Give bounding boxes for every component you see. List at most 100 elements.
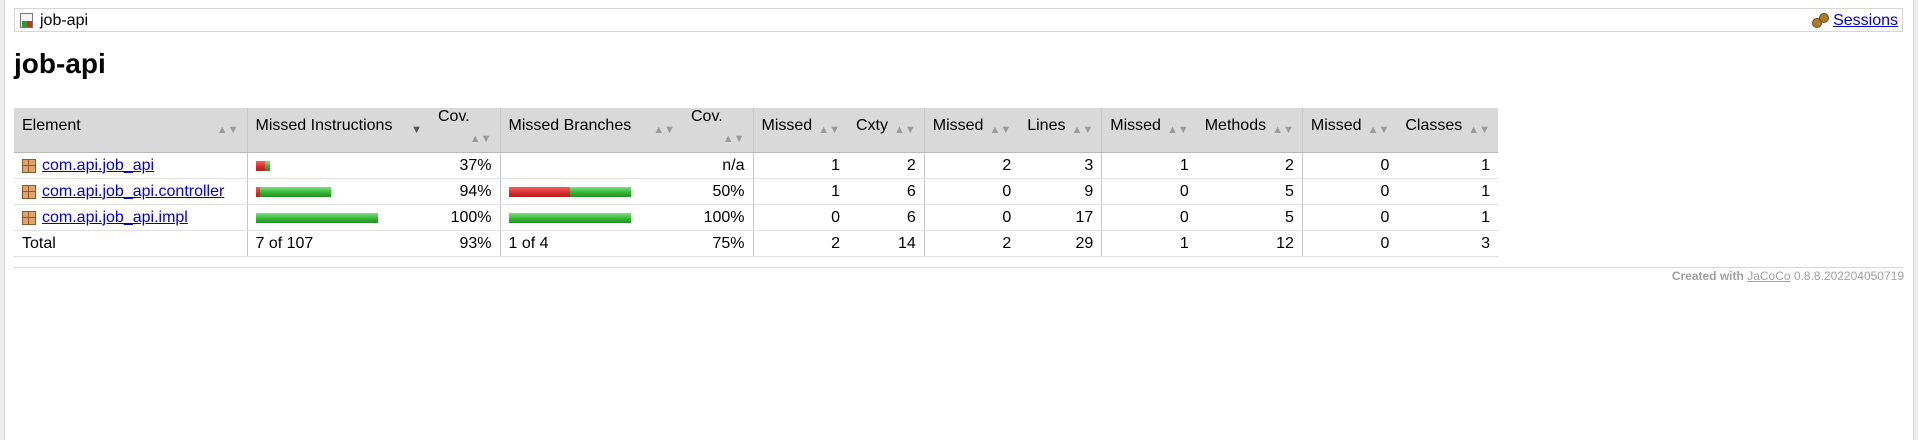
methods-missed: 1 — [1101, 152, 1197, 179]
missed-instructions-bar-cell — [246, 178, 430, 205]
missed-instructions-bar-cell — [246, 152, 430, 179]
header-missed-branches[interactable]: Missed Branches ▲▼ — [499, 108, 683, 153]
total-row: Total 7 of 107 93% 1 of 4 75% 2 14 2 29 … — [14, 230, 1499, 257]
branches-cov: 100% — [683, 204, 753, 231]
missed-bar-segment — [255, 160, 265, 171]
page-title: job-api — [14, 48, 106, 79]
window-right-edge — [1913, 0, 1918, 440]
total-cxty: 14 — [847, 230, 925, 257]
missed-instructions-bar-cell — [246, 204, 430, 231]
sort-icon: ▲▼ — [818, 124, 840, 136]
sort-icon: ▲▼ — [653, 124, 675, 136]
footer-prefix: Created with — [1671, 269, 1744, 283]
header-classes-missed[interactable]: Missed ▲▼ — [1301, 108, 1398, 153]
footer-divider — [14, 267, 1903, 268]
covered-bar-segment — [569, 186, 631, 197]
sessions-link[interactable]: Sessions — [1833, 12, 1898, 30]
classes-missed: 0 — [1301, 152, 1398, 179]
element-cell: com.api.job_api — [14, 152, 247, 179]
cxty-missed: 0 — [752, 204, 848, 231]
lines: 17 — [1019, 204, 1102, 231]
covered-bar-segment — [264, 160, 270, 171]
package-icon — [22, 184, 36, 199]
total-cxty-missed: 2 — [752, 230, 848, 257]
instructions-cov: 37% — [430, 152, 500, 179]
missed-branches-bar-cell — [499, 152, 683, 179]
total-classes-missed: 0 — [1301, 230, 1398, 257]
classes-missed: 0 — [1301, 204, 1398, 231]
methods: 5 — [1196, 178, 1303, 205]
total-branches-cov: 75% — [683, 230, 753, 257]
table-row: com.api.job_api 37% n/a 1 2 2 3 1 2 0 1 — [14, 152, 1499, 179]
classes: 1 — [1397, 204, 1499, 231]
header-missed-instructions[interactable]: Missed Instructions ▼ — [246, 108, 430, 153]
jacoco-link[interactable]: JaCoCo — [1747, 269, 1790, 283]
cxty: 6 — [847, 204, 925, 231]
table-row: com.api.job_api.impl 100% 100% 0 6 0 17 0 5 0 1 — [14, 204, 1499, 231]
header-lines-missed[interactable]: Missed ▲▼ — [923, 108, 1020, 153]
header-element[interactable]: Element ▲▼ — [14, 108, 247, 153]
header-branches-cov[interactable]: Cov. ▲▼ — [683, 108, 753, 153]
total-instructions: 7 of 107 — [246, 230, 430, 257]
package-icon — [22, 158, 36, 173]
classes: 1 — [1397, 152, 1499, 179]
missed-branches-bar — [508, 186, 631, 197]
classes-missed: 0 — [1301, 178, 1398, 205]
sort-icon: ▲▼ — [1367, 124, 1390, 136]
branches-cov: n/a — [683, 152, 753, 179]
sort-icon: ▲▼ — [989, 124, 1012, 136]
element-cell: com.api.job_api.impl — [14, 204, 247, 231]
window-left-edge — [0, 0, 5, 440]
element-cell: com.api.job_api.controller — [14, 178, 247, 205]
classes: 1 — [1397, 178, 1499, 205]
package-link[interactable]: com.api.job_api.impl — [42, 209, 188, 227]
lines-missed: 2 — [923, 152, 1020, 179]
coverage-table: Element ▲▼ Missed Instructions ▼ Cov. ▲▼ Mi… — [14, 108, 1499, 257]
sort-icon: ▲▼ — [1071, 124, 1094, 136]
sessions-icon — [1812, 13, 1830, 29]
total-instructions-cov: 93% — [430, 230, 500, 257]
missed-instructions-bar — [255, 186, 332, 197]
missed-bar-segment — [508, 186, 570, 197]
total-lines-missed: 2 — [923, 230, 1020, 257]
missed-branches-bar-cell — [499, 204, 683, 231]
branches-cov: 50% — [683, 178, 753, 205]
cxty: 2 — [847, 152, 925, 179]
methods-missed: 0 — [1101, 204, 1197, 231]
header-cxty-missed[interactable]: Missed ▲▼ — [752, 108, 848, 153]
cxty-missed: 1 — [752, 178, 848, 205]
instructions-cov: 100% — [430, 204, 500, 231]
header-instructions-cov[interactable]: Cov. ▲▼ — [430, 108, 500, 153]
lines-missed: 0 — [923, 178, 1020, 205]
sessions-link-group[interactable]: Sessions — [1812, 12, 1898, 30]
header-methods[interactable]: Methods ▲▼ — [1196, 108, 1303, 153]
total-lines: 29 — [1019, 230, 1102, 257]
sort-icon: ▲▼ — [1272, 124, 1294, 136]
instructions-cov: 94% — [430, 178, 500, 205]
package-icon — [22, 210, 36, 225]
sort-icon: ▲▼ — [1166, 124, 1189, 136]
sort-icon: ▲▼ — [722, 133, 745, 145]
table-row: com.api.job_api.controller 94% 50% 1 6 0 9 0 5 0 1 — [14, 178, 1499, 205]
lines: 3 — [1019, 152, 1102, 179]
package-link[interactable]: com.api.job_api — [42, 157, 154, 175]
total-classes: 3 — [1397, 230, 1499, 257]
cxty: 6 — [847, 178, 925, 205]
cxty-missed: 1 — [752, 152, 848, 179]
header-methods-missed[interactable]: Missed ▲▼ — [1101, 108, 1197, 153]
missed-instructions-bar — [255, 160, 271, 171]
breadcrumb-current: job-api — [19, 12, 88, 30]
lines: 9 — [1019, 178, 1102, 205]
header-cxty[interactable]: Cxty ▲▼ — [847, 108, 925, 153]
lines-missed: 0 — [923, 204, 1020, 231]
covered-bar-segment — [508, 212, 631, 223]
total-branches: 1 of 4 — [499, 230, 683, 257]
missed-instructions-bar — [255, 212, 378, 223]
package-link[interactable]: com.api.job_api.controller — [42, 183, 224, 201]
header-classes[interactable]: Classes ▲▼ — [1397, 108, 1499, 153]
sort-icon: ▲▼ — [216, 124, 239, 136]
total-methods-missed: 1 — [1101, 230, 1197, 257]
missed-branches-bar-cell — [499, 178, 683, 205]
header-lines[interactable]: Lines ▲▼ — [1019, 108, 1102, 153]
breadcrumb: job-api Sessions — [14, 8, 1903, 32]
